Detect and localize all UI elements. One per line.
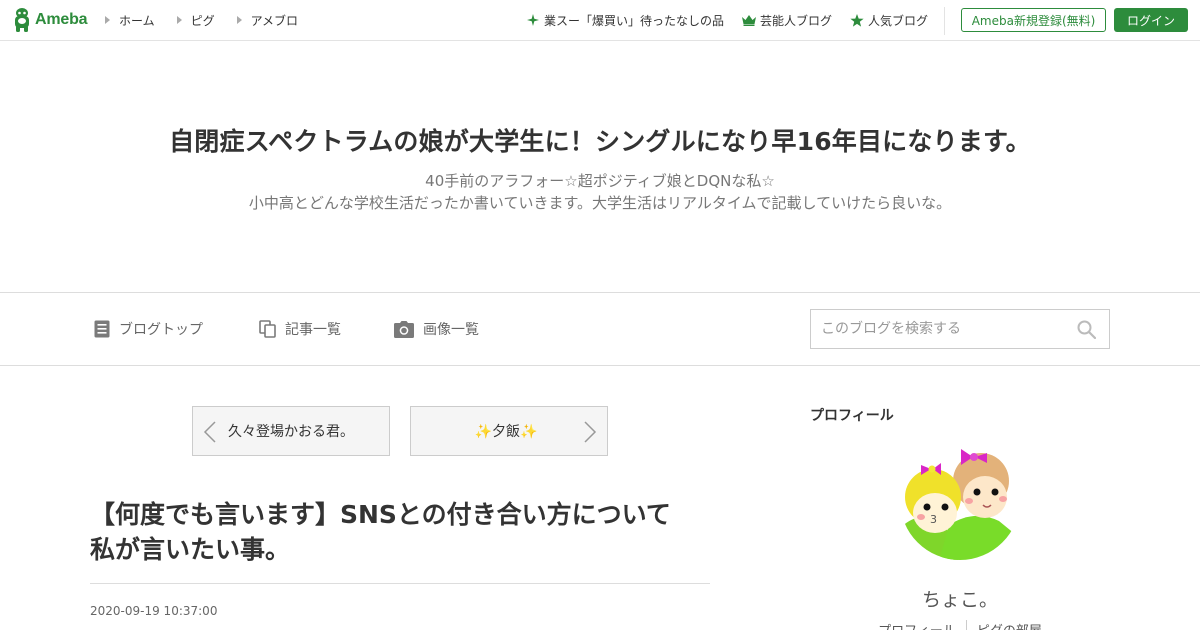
- entry-title-line: 私が言いたい事。: [90, 535, 291, 564]
- triangle-right-icon: [236, 16, 242, 24]
- login-button[interactable]: ログイン: [1114, 8, 1188, 32]
- document-icon: [94, 320, 110, 338]
- global-nav-label: アメブロ: [250, 13, 299, 28]
- promo-label: 芸能人ブログ: [760, 13, 833, 28]
- blog-search: [810, 309, 1110, 349]
- register-button[interactable]: Ameba新規登録(無料): [961, 8, 1106, 32]
- chevron-left-icon: [203, 421, 216, 443]
- next-entry-label: ✨夕飯✨: [474, 424, 538, 440]
- promo-link-popular-blogs[interactable]: 人気ブログ: [850, 0, 928, 40]
- promo-label: 業スー「爆買い」待ったなしの品: [544, 13, 725, 28]
- global-header: Ameba ホーム ピグ アメブロ 業スー「爆買い」待ったなしの品 芸能人ブログ: [0, 0, 1200, 41]
- global-nav-home[interactable]: ホーム: [105, 12, 155, 29]
- avatar[interactable]: 3: [899, 439, 1021, 561]
- pigg-room-link[interactable]: ピグの部屋: [967, 620, 1052, 630]
- global-nav: ホーム ピグ アメブロ: [105, 0, 320, 40]
- profile-link[interactable]: プロフィール: [868, 620, 966, 630]
- copy-icon: [259, 320, 276, 338]
- global-nav-label: ホーム: [119, 13, 155, 28]
- sparkle-icon: [527, 14, 539, 26]
- next-entry-link[interactable]: ✨夕飯✨: [410, 406, 608, 456]
- blog-search-input[interactable]: [811, 310, 1071, 348]
- blog-nav-label: 記事一覧: [285, 322, 341, 338]
- triangle-right-icon: [176, 16, 182, 24]
- global-nav-label: ピグ: [190, 13, 215, 28]
- header-divider: [944, 7, 945, 35]
- logo-text: Ameba: [35, 11, 88, 28]
- promo-link-celebrity-blogs[interactable]: 芸能人ブログ: [742, 0, 832, 40]
- blog-nav: ブログトップ 記事一覧 画像一覧: [0, 292, 1200, 366]
- profile-nickname[interactable]: ちょこ。: [810, 585, 1110, 612]
- blog-description: 40手前のアラフォー☆超ポジティブ娘とDQNな私☆ 小中高とどんな学校生活だった…: [0, 170, 1200, 214]
- profile-avatar-illustration: 3: [900, 440, 1020, 560]
- svg-text:3: 3: [930, 513, 937, 526]
- blog-nav-top[interactable]: ブログトップ: [94, 293, 203, 365]
- entry-title[interactable]: 【何度でも言います】SNSとの付き合い方について 私が言いたい事。: [90, 497, 710, 567]
- promo-link-gyomu-super[interactable]: 業スー「爆買い」待ったなしの品: [527, 0, 724, 40]
- blog-nav-label: ブログトップ: [119, 322, 203, 338]
- profile-heading: プロフィール: [810, 408, 894, 424]
- chevron-right-icon: [584, 421, 597, 443]
- blog-nav-image-list[interactable]: 画像一覧: [394, 293, 479, 365]
- entry-title-line: 【何度でも言います】SNSとの付き合い方について: [90, 500, 671, 529]
- ameba-logo[interactable]: Ameba: [12, 7, 88, 33]
- promo-label: 人気ブログ: [868, 13, 929, 28]
- blog-nav-entry-list[interactable]: 記事一覧: [259, 293, 341, 365]
- global-nav-pigg[interactable]: ピグ: [176, 12, 215, 29]
- entry-divider: [90, 583, 710, 584]
- prev-entry-link[interactable]: 久々登場かおる君。: [192, 406, 390, 456]
- star-icon: [850, 13, 864, 27]
- blog-nav-label: 画像一覧: [423, 322, 479, 338]
- search-icon[interactable]: [1077, 320, 1096, 339]
- crown-icon: [742, 14, 756, 26]
- ameba-mascot-icon: [15, 8, 29, 32]
- camera-icon: [394, 320, 414, 338]
- prev-entry-label: 久々登場かおる君。: [228, 424, 354, 440]
- entry-date: 2020-09-19 10:37:00: [90, 604, 218, 618]
- blog-title[interactable]: 自閉症スペクトラムの娘が大学生に！シングルになり早16年目になります。: [0, 122, 1200, 158]
- blog-description-line: 小中高とどんな学校生活だったか書いていきます。大学生活はリアルタイムで記載してい…: [248, 194, 952, 212]
- triangle-right-icon: [105, 16, 110, 24]
- global-nav-ameblo[interactable]: アメブロ: [236, 12, 299, 29]
- profile-links: プロフィール ピグの部屋: [810, 620, 1110, 630]
- blog-description-line: 40手前のアラフォー☆超ポジティブ娘とDQNな私☆: [425, 172, 775, 190]
